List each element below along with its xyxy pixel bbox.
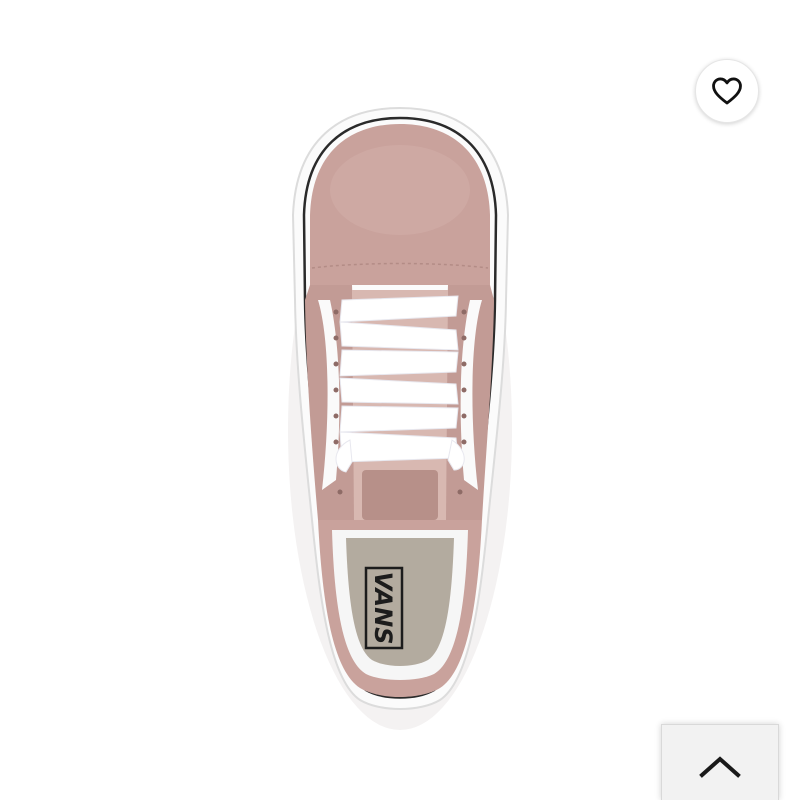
- chevron-up-icon: [699, 756, 741, 778]
- heart-icon: [712, 77, 742, 105]
- toe-highlight: [330, 145, 470, 235]
- tongue-top: [362, 470, 438, 520]
- scroll-to-top-button[interactable]: [661, 724, 779, 800]
- insole-logo: VANS: [364, 566, 404, 650]
- brand-text: VANS: [369, 572, 397, 645]
- product-page: VANS: [0, 0, 800, 800]
- favorite-button[interactable]: [695, 59, 759, 123]
- product-image: VANS: [288, 106, 512, 730]
